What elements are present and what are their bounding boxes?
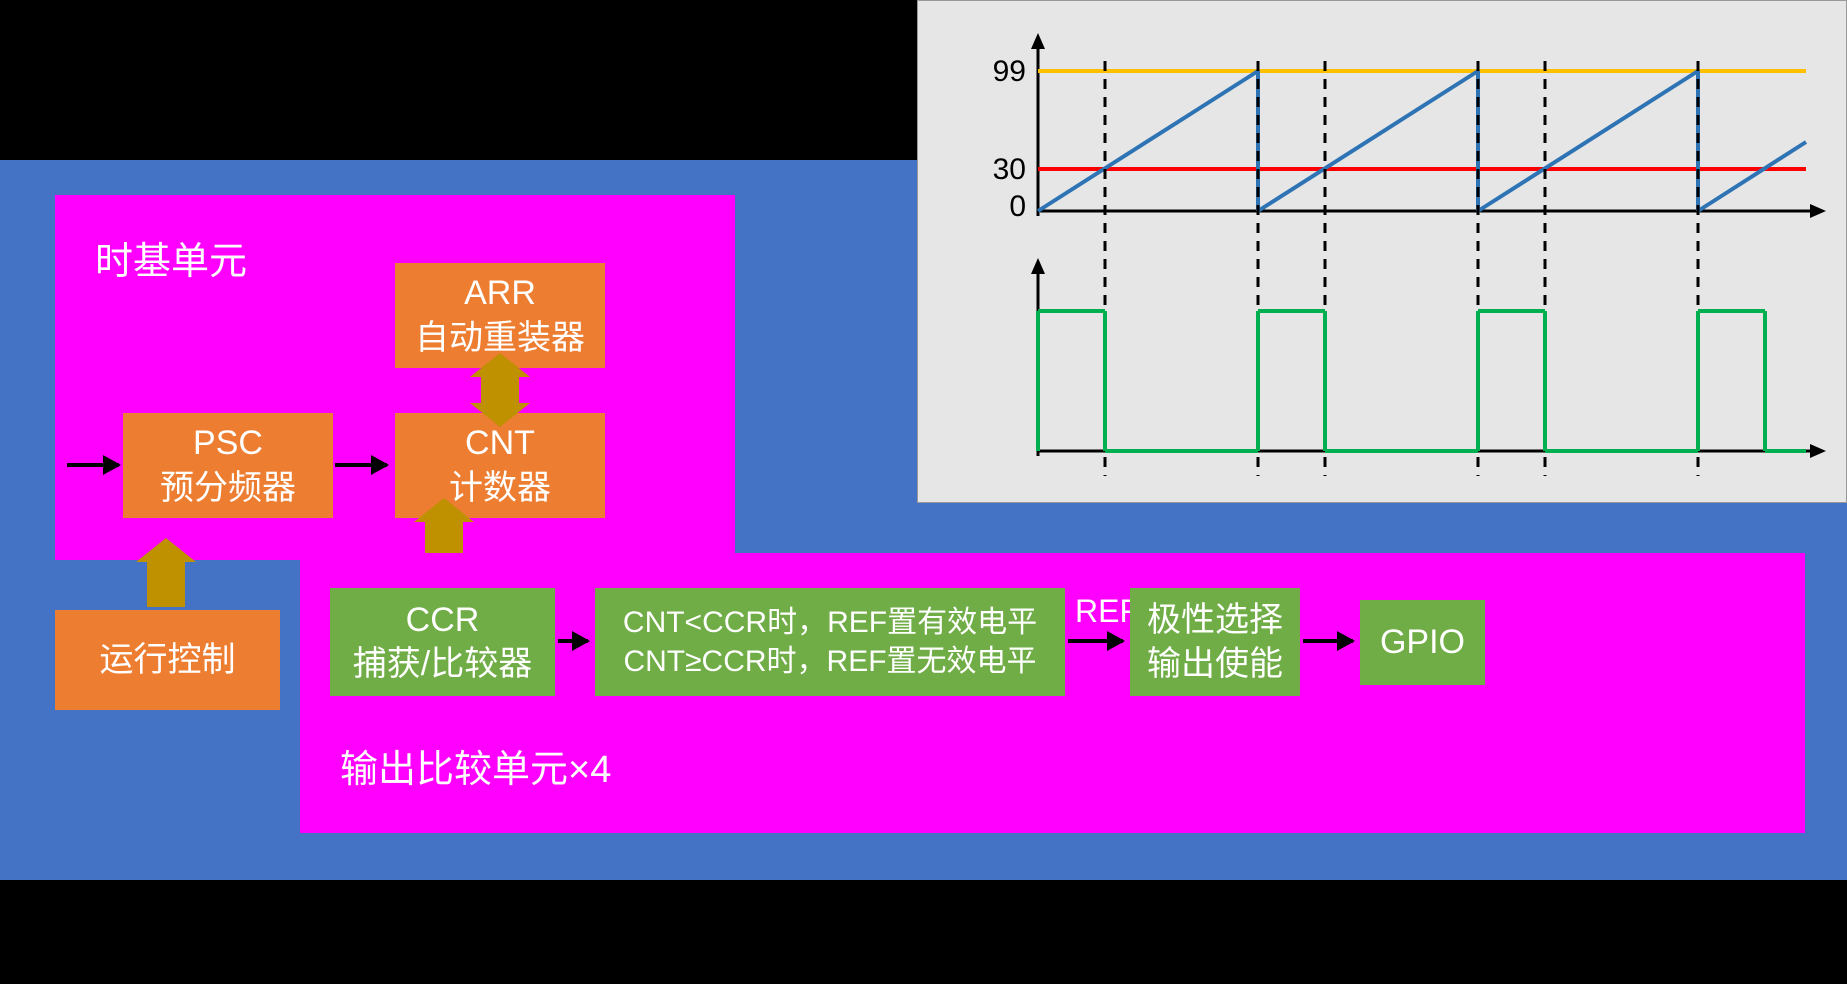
oc-title: 输出比较单元×4 [340,738,611,793]
gpio-label: GPIO [1380,620,1465,664]
output-compare-unit: CCR 捕获/比较器 CNT<CCR时，REF置有效电平 CNT≥CCR时，RE… [300,553,1805,833]
psc-block: PSC 预分频器 [123,413,333,518]
run-control-block: 运行控制 [55,610,280,710]
arrow-ccr-to-logic [558,639,588,643]
timebase-title: 时基单元 [95,230,247,285]
logic-block: CNT<CCR时，REF置有效电平 CNT≥CCR时，REF置无效电平 [595,588,1065,696]
ccr-line2: 捕获/比较器 [353,642,532,686]
chart-ylabel-30: 30 [993,153,1026,186]
polarity-line2: 输出使能 [1147,642,1283,686]
chart-ylabel-99: 99 [993,55,1026,88]
arrow-arr-cnt [481,375,519,405]
run-control-label: 运行控制 [100,638,236,682]
polarity-block: 极性选择 输出使能 [1130,588,1300,696]
logic-line1: CNT<CCR时，REF置有效电平 [623,603,1037,642]
arr-line1: ARR [464,271,536,315]
psc-line2: 预分频器 [160,466,296,510]
psc-line1: PSC [193,421,263,465]
chart-ylabel-0: 0 [1009,190,1026,223]
gpio-block: GPIO [1360,600,1485,685]
ccr-line1: CCR [406,598,480,642]
arrow-psc-to-cnt [335,463,387,467]
arrow-input-to-psc [67,463,119,467]
arrow-runctrl-up [147,560,185,607]
arrow-polarity-to-gpio [1303,639,1353,643]
logic-line2: CNT≥CCR时，REF置无效电平 [623,642,1036,681]
timebase-unit: 时基单元 PSC 预分频器 CNT 计数器 ARR 自动重装器 [55,195,735,560]
ccr-block: CCR 捕获/比较器 [330,588,555,696]
arrow-logic-to-polarity [1068,639,1123,643]
cnt-line1: CNT [465,421,535,465]
polarity-line1: 极性选择 [1147,598,1283,642]
waveform-svg: 99 30 0 [918,1,1847,504]
waveform-chart: 99 30 0 [917,0,1847,503]
